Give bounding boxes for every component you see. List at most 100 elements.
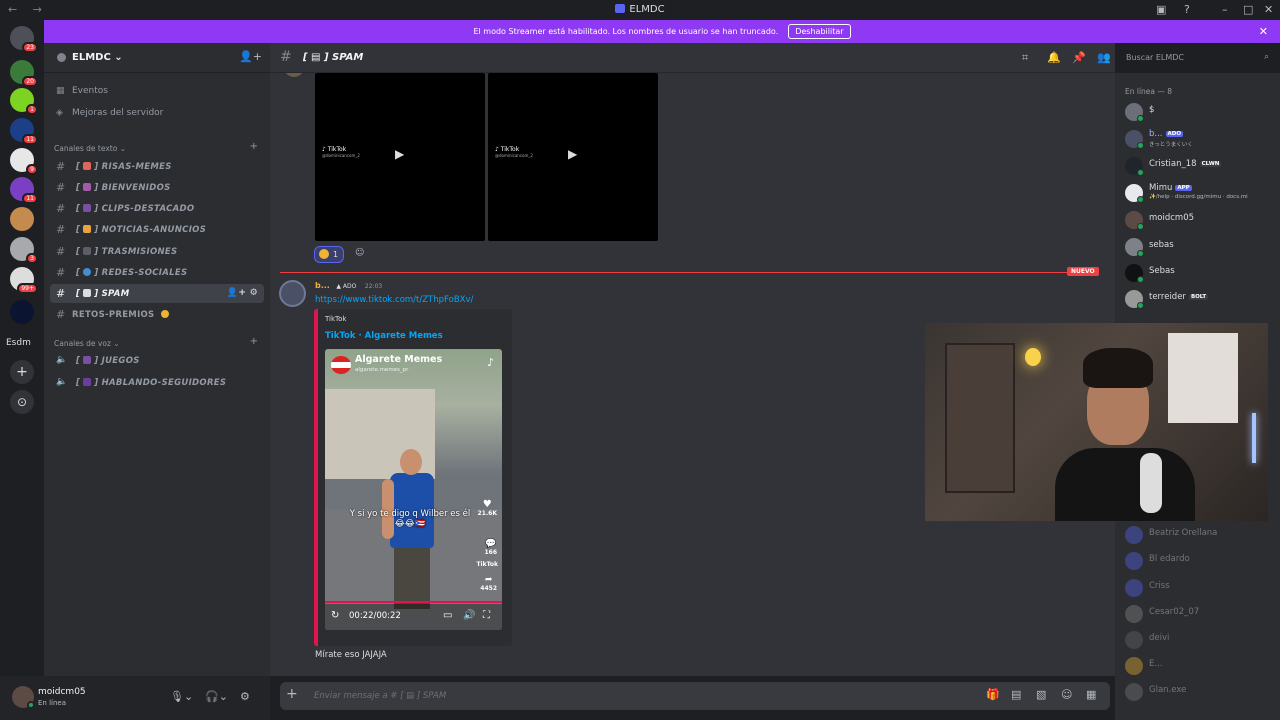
minimize-button[interactable]: –: [1222, 3, 1228, 16]
fullscreen-icon[interactable]: ⛶: [483, 610, 490, 621]
pinned-icon[interactable]: 📌: [1072, 51, 1086, 64]
hash-icon: #: [56, 287, 66, 300]
add-server-icon[interactable]: +: [10, 360, 34, 384]
play-icon[interactable]: ▶: [568, 147, 577, 161]
sticker-icon[interactable]: ▧: [1036, 688, 1046, 701]
server-icon[interactable]: 1: [10, 88, 38, 115]
disable-streamer-button[interactable]: Deshabilitar: [788, 24, 851, 39]
channel-spam[interactable]: #[] SPAM 👤+ ⚙: [50, 284, 264, 303]
boost-icon: ◈: [56, 108, 63, 118]
server-icon[interactable]: 11: [10, 177, 38, 204]
voice-channels-category[interactable]: Canales de voz ⌄: [54, 339, 120, 348]
channel-settings-icon[interactable]: 👤+ ⚙: [227, 288, 258, 298]
channel-trasmisiones[interactable]: #[] TRASMISIONES: [50, 242, 264, 261]
channel-bienvenidos[interactable]: #[] BIENVENIDOS: [50, 178, 264, 197]
video-attachment[interactable]: ♪ TikTok @dominicancom_2 ▶: [488, 73, 658, 241]
member-item-offline[interactable]: Beatriz Orellana: [1123, 523, 1273, 547]
server-icon[interactable]: [10, 207, 34, 231]
server-folder-label[interactable]: Esdm: [6, 338, 31, 348]
channel-noticias-anuncios[interactable]: #[] NOTICIAS-ANUNCIOS: [50, 220, 264, 239]
voice-channel-hablando-seguidores[interactable]: 🔈[] HABLANDO-SEGUIDORES: [50, 373, 264, 392]
member-item-offline[interactable]: Cesar02_07: [1123, 602, 1273, 626]
server-icon[interactable]: 11: [10, 118, 38, 145]
headphones-icon[interactable]: 🎧⌄: [205, 690, 228, 703]
volume-icon[interactable]: 🔊: [463, 610, 475, 621]
server-icon: [57, 53, 66, 62]
server-header[interactable]: ELMDC ⌄ 👤+: [44, 43, 270, 73]
hash-icon: #: [56, 160, 66, 173]
gif-icon[interactable]: ▤: [1011, 688, 1021, 701]
invite-people-icon[interactable]: 👤+: [239, 50, 262, 63]
member-item-offline[interactable]: E...: [1123, 654, 1273, 678]
emoji-icon: [83, 183, 92, 191]
search-input[interactable]: Buscar ELMDC ⌕: [1120, 48, 1275, 68]
play-icon[interactable]: ▶: [395, 147, 404, 161]
gift-icon[interactable]: 🎁: [986, 688, 1000, 701]
webcam-overlay: [925, 323, 1268, 521]
message-link[interactable]: https://www.tiktok.com/t/ZThpFoBXv/: [315, 295, 473, 305]
events-item[interactable]: ▦ Eventos: [56, 86, 108, 96]
channel-redes-sociales[interactable]: #[] REDES-SOCIALES: [50, 263, 264, 282]
message-text: Mírate eso JAJAJA: [315, 650, 387, 660]
direct-messages-icon[interactable]: 23: [10, 26, 38, 53]
text-channels-category[interactable]: Canales de texto ⌄: [54, 144, 126, 153]
composer-placeholder[interactable]: Enviar mensaje a # [ ▤ ] SPAM: [314, 691, 446, 701]
boost-item[interactable]: ◈ Mejoras del servidor: [56, 108, 163, 118]
member-item-offline[interactable]: Glan.exe: [1123, 680, 1273, 704]
avatar[interactable]: [284, 73, 304, 77]
server-icon[interactable]: [10, 300, 34, 324]
channel-clips-destacado[interactable]: #[] CLIPS-DESTACADO: [50, 199, 264, 218]
member-item[interactable]: Sebas: [1123, 261, 1273, 285]
member-item[interactable]: sebas: [1123, 235, 1273, 259]
add-voice-channel-icon[interactable]: +: [250, 336, 258, 347]
apps-icon[interactable]: ▦: [1086, 688, 1096, 701]
member-list-icon[interactable]: 👥: [1097, 51, 1111, 64]
channel-retos-premios[interactable]: # RETOS-PREMIOS: [50, 305, 264, 324]
video-attachment[interactable]: ♪ TikTok @dominicancom_2 ▶: [315, 73, 485, 241]
video-time: 00:22/00:22: [349, 611, 401, 621]
add-reaction-icon[interactable]: ☺: [355, 248, 364, 258]
inbox-icon[interactable]: ▣: [1156, 3, 1166, 16]
server-icon[interactable]: 20: [10, 60, 38, 87]
server-name[interactable]: ELMDC ⌄: [72, 52, 123, 63]
embed-video[interactable]: Algarete Memes algarete.memes_pr ♪ Y si …: [325, 349, 502, 630]
emoji-picker-icon[interactable]: ☺: [1061, 688, 1072, 701]
member-item-offline[interactable]: Bl edardo: [1123, 549, 1273, 573]
replay-icon[interactable]: ↻: [331, 610, 339, 621]
help-icon[interactable]: ?: [1184, 3, 1190, 16]
message-author[interactable]: b...: [315, 281, 330, 290]
voice-channel-juegos[interactable]: 🔈[] JUEGOS: [50, 351, 264, 370]
download-icon[interactable]: ▭: [443, 610, 452, 621]
server-icon[interactable]: 99+: [10, 267, 38, 294]
message-composer[interactable]: + Enviar mensaje a # [ ▤ ] SPAM 🎁 ▤ ▧ ☺ …: [280, 682, 1110, 710]
server-icon[interactable]: 3: [10, 237, 38, 264]
member-item[interactable]: $: [1123, 100, 1273, 124]
member-item[interactable]: moidcm05: [1123, 208, 1273, 232]
add-channel-icon[interactable]: +: [250, 141, 258, 152]
attach-icon[interactable]: +: [286, 686, 298, 702]
explore-icon[interactable]: ⊙: [10, 390, 34, 414]
member-item[interactable]: terreider BOLT: [1123, 287, 1273, 311]
close-icon[interactable]: ✕: [1259, 25, 1268, 38]
reaction-button[interactable]: 1: [314, 246, 344, 263]
channel-risas-memes[interactable]: #[] RISAS-MEMES: [50, 157, 264, 176]
server-icon[interactable]: 9: [10, 148, 38, 175]
notifications-icon[interactable]: 🔔: [1047, 51, 1061, 64]
member-item[interactable]: b... ADO きっとうまくいく: [1123, 127, 1273, 151]
embed-title[interactable]: TikTok · Algarete Memes: [325, 331, 443, 341]
member-item-offline[interactable]: deivi: [1123, 628, 1273, 652]
avatar[interactable]: [279, 280, 306, 307]
threads-icon[interactable]: ⌗: [1022, 51, 1028, 65]
member-item[interactable]: Cristian_18 CLWN: [1123, 154, 1273, 178]
embed-provider[interactable]: TikTok: [325, 315, 346, 323]
user-settings-icon[interactable]: ⚙: [240, 690, 250, 703]
video-progress-bar[interactable]: [325, 601, 502, 603]
close-window-button[interactable]: ✕: [1264, 3, 1273, 16]
emoji-icon: [83, 225, 92, 233]
username[interactable]: moidcm05: [38, 687, 86, 697]
maximize-button[interactable]: □: [1243, 3, 1253, 16]
member-item-offline[interactable]: Criss: [1123, 576, 1273, 600]
microphone-icon[interactable]: 🎙⌄: [170, 690, 193, 703]
member-item[interactable]: Mimu APP ✨/help · discord.gg/mimu · docs.m…: [1123, 181, 1273, 205]
emoji-icon: [83, 378, 92, 386]
